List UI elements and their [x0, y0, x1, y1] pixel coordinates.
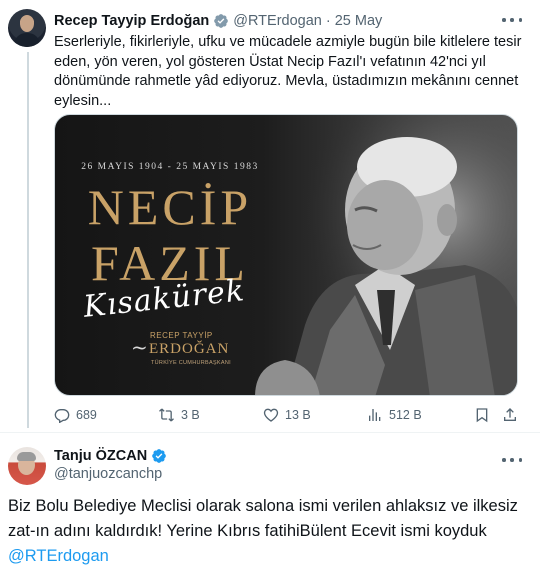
views-count: 512 B: [389, 408, 422, 422]
share-icon: [504, 408, 516, 421]
mention-link[interactable]: @RTErdogan: [8, 547, 109, 565]
tweet-erdogan[interactable]: Recep Tayyip Erdoğan @RTErdogan · 25 May…: [0, 0, 540, 432]
image-sig-big: ERDOĞAN: [149, 341, 230, 357]
reply-button[interactable]: 689: [54, 405, 97, 425]
tweet-actions: 689 3 B 13 B 512 B: [54, 405, 524, 425]
verified-badge-icon: [152, 449, 167, 463]
tweet-divider: [0, 432, 540, 433]
verified-badge-icon: [214, 14, 229, 28]
bookmark-button[interactable]: [474, 405, 496, 425]
views-icon: [369, 409, 381, 421]
author2-handle[interactable]: @tanjuozcanchp: [54, 466, 162, 482]
reply-icon: [54, 409, 70, 423]
tweet-image[interactable]: 26 MAYIS 1904 - 25 MAYIS 1983 NECİP FAZI…: [54, 114, 518, 396]
tweet2-text: Biz Bolu Belediye Meclisi olarak salona …: [8, 497, 518, 540]
more-icon[interactable]: [502, 452, 522, 468]
like-icon: [263, 408, 279, 422]
tweet-date[interactable]: 25 May: [335, 13, 383, 29]
bookmark-icon: [476, 408, 488, 423]
views-button[interactable]: 512 B: [367, 405, 422, 425]
tweet-text: Eserleriyle, fikirleriyle, ufku ve mücad…: [54, 34, 522, 109]
reply-count: 689: [76, 408, 97, 422]
share-button[interactable]: [502, 405, 524, 425]
avatar-erdogan[interactable]: [8, 9, 46, 47]
separator-dot: ·: [325, 13, 331, 29]
image-sig-title: TÜRKİYE CUMHURBAŞKANI: [151, 360, 231, 366]
like-count: 13 B: [285, 408, 311, 422]
like-button[interactable]: 13 B: [263, 405, 311, 425]
author-name[interactable]: Recep Tayyip Erdoğan: [54, 13, 209, 29]
avatar-ozcan[interactable]: [8, 447, 46, 485]
tweet-header: Recep Tayyip Erdoğan @RTErdogan · 25 May: [54, 11, 382, 31]
thread-line: [27, 52, 29, 428]
author2-name[interactable]: Tanju ÖZCAN: [54, 448, 147, 464]
repost-button[interactable]: 3 B: [158, 405, 200, 425]
image-title-line1: NECİP: [87, 179, 253, 235]
repost-icon: [159, 408, 174, 422]
author-handle[interactable]: @RTErdogan: [233, 13, 322, 29]
repost-count: 3 B: [181, 408, 200, 422]
image-dates: 26 MAYIS 1904 - 25 MAYIS 1983: [81, 162, 259, 172]
tweet2-text-block: Biz Bolu Belediye Meclisi olarak salona …: [8, 494, 528, 568]
more-icon[interactable]: [502, 12, 522, 28]
signature-scrawl: ~: [131, 335, 148, 359]
image-sig-small: RECEP TAYYİP: [150, 331, 213, 340]
author2-name-row: Tanju ÖZCAN: [54, 446, 171, 466]
